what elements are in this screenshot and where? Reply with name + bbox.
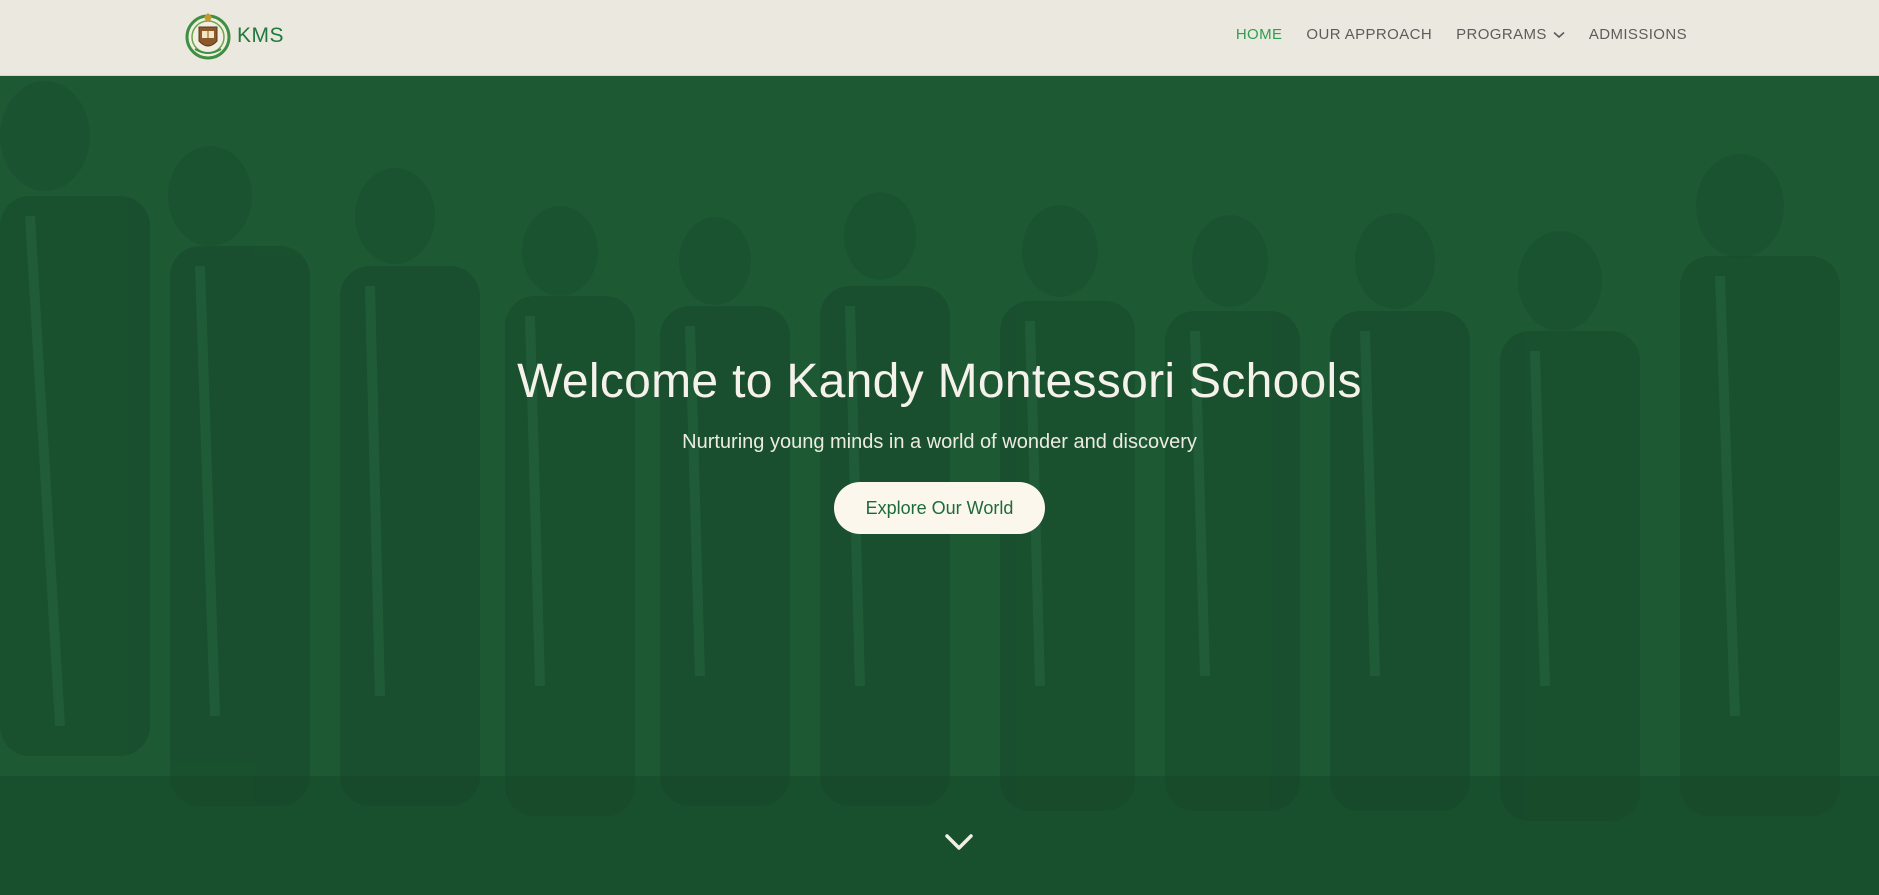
nav-item-programs[interactable]: PROGRAMS [1456,26,1565,43]
top-navbar: KMS HOME OUR APPROACH PROGRAMS ADMISSION… [0,0,1879,76]
nav-item-programs-label: PROGRAMS [1456,26,1547,43]
school-crest-icon [185,13,231,60]
hero-section: Welcome to Kandy Montessori Schools Nurt… [0,76,1879,895]
main-nav: HOME OUR APPROACH PROGRAMS ADMISSIONS [1212,26,1687,43]
nav-item-home[interactable]: HOME [1236,26,1283,43]
hero-content: Welcome to Kandy Montessori Schools Nurt… [0,354,1879,534]
brand-home-link[interactable]: KMS [185,11,284,61]
chevron-down-icon [1553,31,1565,38]
nav-item-admissions[interactable]: ADMISSIONS [1589,26,1687,43]
chevron-down-icon[interactable] [943,830,975,854]
nav-item-our-approach[interactable]: OUR APPROACH [1306,26,1432,43]
hero-subtitle: Nurturing young minds in a world of wond… [682,431,1197,453]
hero-title: Welcome to Kandy Montessori Schools [517,355,1362,408]
explore-our-world-button[interactable]: Explore Our World [833,482,1046,534]
brand-name: KMS [237,24,285,47]
